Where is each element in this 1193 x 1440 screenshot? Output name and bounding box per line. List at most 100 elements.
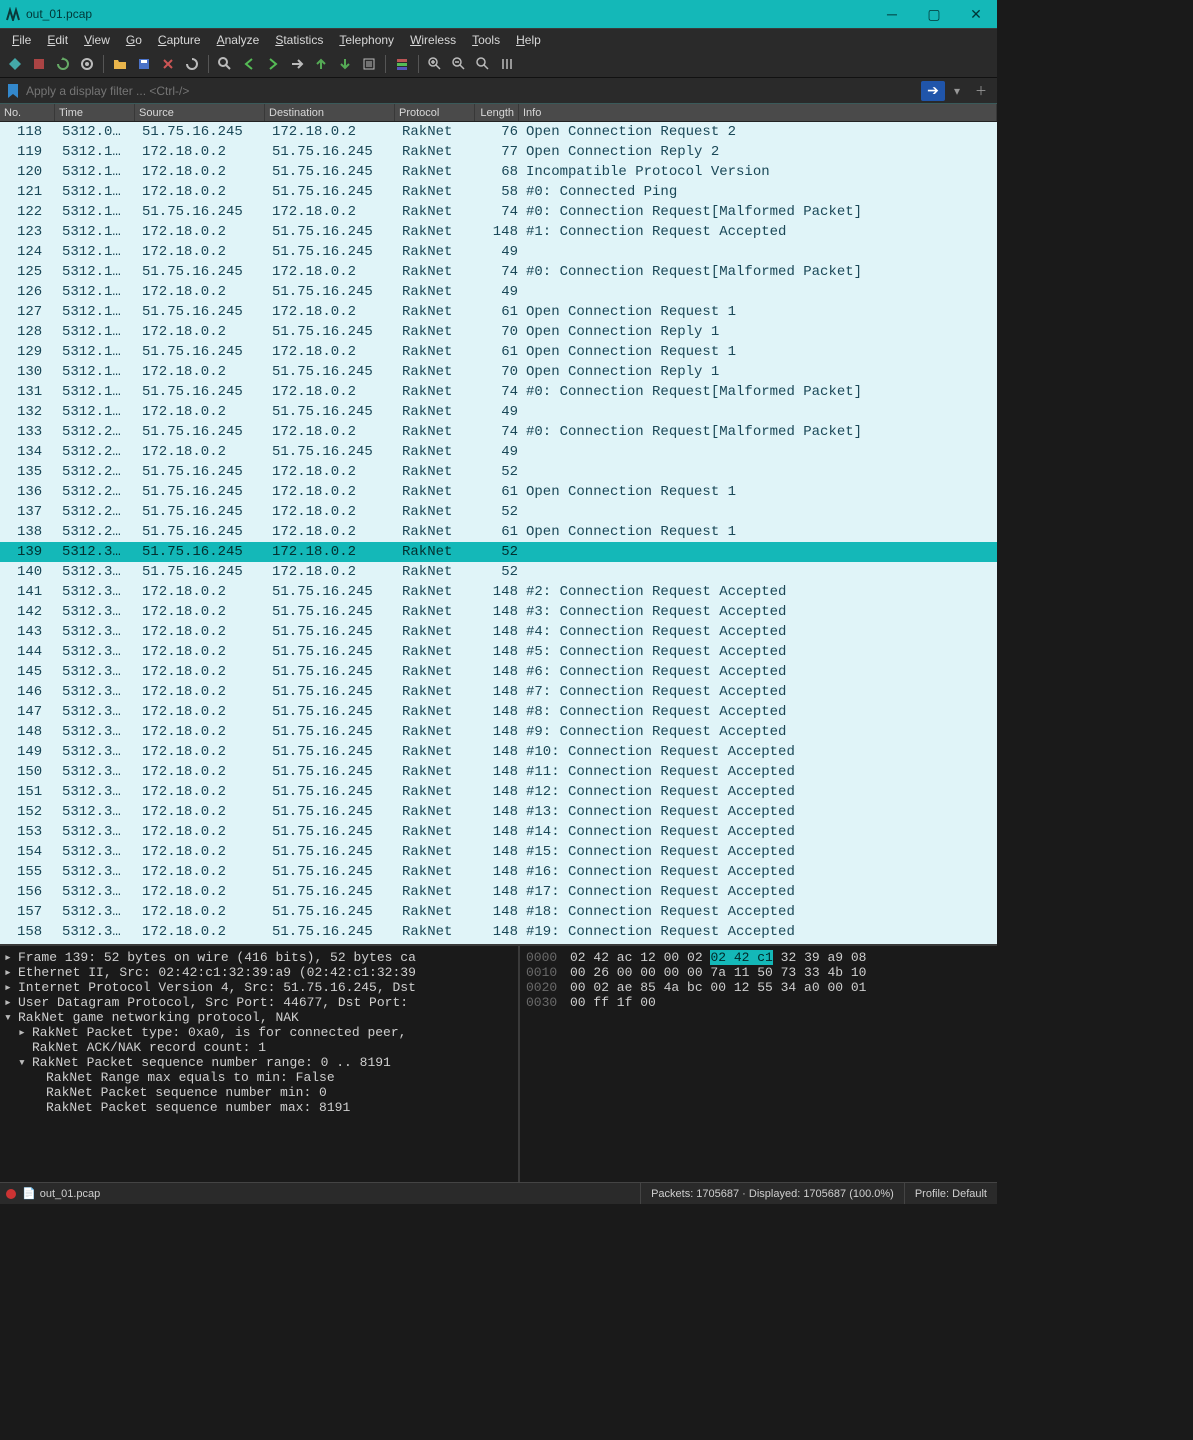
reload-file-icon[interactable] xyxy=(181,53,203,75)
restart-capture-icon[interactable] xyxy=(52,53,74,75)
hex-dump-pane[interactable]: 000002 42 ac 12 00 02 02 42 c1 32 39 a9 … xyxy=(520,946,997,1182)
auto-scroll-icon[interactable] xyxy=(358,53,380,75)
packet-details-pane[interactable]: ▸Frame 139: 52 bytes on wire (416 bits),… xyxy=(0,946,520,1182)
packet-row[interactable]: 1265312.1…172.18.0.251.75.16.245RakNet49 xyxy=(0,282,997,302)
packet-row[interactable]: 1365312.2…51.75.16.245172.18.0.2RakNet61… xyxy=(0,482,997,502)
packet-row[interactable]: 1325312.1…172.18.0.251.75.16.245RakNet49 xyxy=(0,402,997,422)
packet-row[interactable]: 1445312.3…172.18.0.251.75.16.245RakNet14… xyxy=(0,642,997,662)
menu-statistics[interactable]: Statistics xyxy=(267,31,331,49)
packet-row[interactable]: 1415312.3…172.18.0.251.75.16.245RakNet14… xyxy=(0,582,997,602)
packet-row[interactable]: 1545312.3…172.18.0.251.75.16.245RakNet14… xyxy=(0,842,997,862)
detail-ip[interactable]: Internet Protocol Version 4, Src: 51.75.… xyxy=(18,980,416,995)
packet-row[interactable]: 1565312.3…172.18.0.251.75.16.245RakNet14… xyxy=(0,882,997,902)
detail-raknet-count[interactable]: RakNet ACK/NAK record count: 1 xyxy=(32,1040,266,1055)
expand-icon[interactable]: ▸ xyxy=(4,965,18,980)
stop-capture-icon[interactable] xyxy=(28,53,50,75)
zoom-reset-icon[interactable] xyxy=(472,53,494,75)
packet-row[interactable]: 1295312.1…51.75.16.245172.18.0.2RakNet61… xyxy=(0,342,997,362)
packet-row[interactable]: 1235312.1…172.18.0.251.75.16.245RakNet14… xyxy=(0,222,997,242)
bookmark-icon[interactable] xyxy=(4,82,22,100)
col-header-prot[interactable]: Protocol xyxy=(395,104,475,121)
col-header-src[interactable]: Source xyxy=(135,104,265,121)
packet-row[interactable]: 1195312.1…172.18.0.251.75.16.245RakNet77… xyxy=(0,142,997,162)
go-back-icon[interactable] xyxy=(238,53,260,75)
packet-row[interactable]: 1255312.1…51.75.16.245172.18.0.2RakNet74… xyxy=(0,262,997,282)
col-header-info[interactable]: Info xyxy=(519,104,997,121)
packet-row[interactable]: 1355312.2…51.75.16.245172.18.0.2RakNet52 xyxy=(0,462,997,482)
detail-raknet-max[interactable]: RakNet Packet sequence number max: 8191 xyxy=(46,1100,350,1115)
collapse-icon[interactable]: ▾ xyxy=(18,1055,32,1070)
packet-row[interactable]: 1585312.3…172.18.0.251.75.16.245RakNet14… xyxy=(0,922,997,942)
capture-options-icon[interactable] xyxy=(76,53,98,75)
packet-row[interactable]: 1245312.1…172.18.0.251.75.16.245RakNet49 xyxy=(0,242,997,262)
packet-row[interactable]: 1205312.1…172.18.0.251.75.16.245RakNet68… xyxy=(0,162,997,182)
maximize-button[interactable]: ▢ xyxy=(913,0,955,28)
col-header-time[interactable]: Time xyxy=(55,104,135,121)
packet-row[interactable]: 1385312.2…51.75.16.245172.18.0.2RakNet61… xyxy=(0,522,997,542)
packet-rows[interactable]: 1185312.0…51.75.16.245172.18.0.2RakNet76… xyxy=(0,122,997,944)
colorize-icon[interactable] xyxy=(391,53,413,75)
close-file-icon[interactable] xyxy=(157,53,179,75)
menu-help[interactable]: Help xyxy=(508,31,549,49)
packet-row[interactable]: 1275312.1…51.75.16.245172.18.0.2RakNet61… xyxy=(0,302,997,322)
detail-frame[interactable]: Frame 139: 52 bytes on wire (416 bits), … xyxy=(18,950,416,965)
packet-row[interactable]: 1185312.0…51.75.16.245172.18.0.2RakNet76… xyxy=(0,122,997,142)
packet-row[interactable]: 1225312.1…51.75.16.245172.18.0.2RakNet74… xyxy=(0,202,997,222)
go-to-packet-icon[interactable] xyxy=(286,53,308,75)
packet-row[interactable]: 1525312.3…172.18.0.251.75.16.245RakNet14… xyxy=(0,802,997,822)
packet-row[interactable]: 1315312.1…51.75.16.245172.18.0.2RakNet74… xyxy=(0,382,997,402)
collapse-icon[interactable]: ▾ xyxy=(4,1010,18,1025)
packet-row[interactable]: 1495312.3…172.18.0.251.75.16.245RakNet14… xyxy=(0,742,997,762)
find-packet-icon[interactable] xyxy=(214,53,236,75)
go-forward-icon[interactable] xyxy=(262,53,284,75)
menu-capture[interactable]: Capture xyxy=(150,31,209,49)
resize-columns-icon[interactable] xyxy=(496,53,518,75)
detail-raknet-range[interactable]: RakNet Packet sequence number range: 0 .… xyxy=(32,1055,391,1070)
packet-row[interactable]: 1485312.3…172.18.0.251.75.16.245RakNet14… xyxy=(0,722,997,742)
menu-telephony[interactable]: Telephony xyxy=(331,31,402,49)
expand-icon[interactable]: ▸ xyxy=(4,995,18,1010)
packet-row[interactable]: 1475312.3…172.18.0.251.75.16.245RakNet14… xyxy=(0,702,997,722)
menu-edit[interactable]: Edit xyxy=(39,31,76,49)
save-file-icon[interactable] xyxy=(133,53,155,75)
go-last-icon[interactable] xyxy=(334,53,356,75)
packet-row[interactable]: 1425312.3…172.18.0.251.75.16.245RakNet14… xyxy=(0,602,997,622)
go-first-icon[interactable] xyxy=(310,53,332,75)
packet-row[interactable]: 1335312.2…51.75.16.245172.18.0.2RakNet74… xyxy=(0,422,997,442)
packet-row[interactable]: 1375312.2…51.75.16.245172.18.0.2RakNet52 xyxy=(0,502,997,522)
detail-raknet-min[interactable]: RakNet Packet sequence number min: 0 xyxy=(46,1085,327,1100)
apply-filter-button[interactable]: ➔ xyxy=(921,81,945,101)
packet-row[interactable]: 1405312.3…51.75.16.245172.18.0.2RakNet52 xyxy=(0,562,997,582)
packet-row[interactable]: 1435312.3…172.18.0.251.75.16.245RakNet14… xyxy=(0,622,997,642)
display-filter-input[interactable] xyxy=(22,82,921,100)
open-file-icon[interactable] xyxy=(109,53,131,75)
detail-raknet-type[interactable]: RakNet Packet type: 0xa0, is for connect… xyxy=(32,1025,406,1040)
expand-icon[interactable]: ▸ xyxy=(4,950,18,965)
packet-row[interactable]: 1455312.3…172.18.0.251.75.16.245RakNet14… xyxy=(0,662,997,682)
packet-row[interactable]: 1515312.3…172.18.0.251.75.16.245RakNet14… xyxy=(0,782,997,802)
close-button[interactable]: ✕ xyxy=(955,0,997,28)
packet-row[interactable]: 1535312.3…172.18.0.251.75.16.245RakNet14… xyxy=(0,822,997,842)
packet-row[interactable]: 1305312.1…172.18.0.251.75.16.245RakNet70… xyxy=(0,362,997,382)
menu-file[interactable]: File xyxy=(4,31,39,49)
col-header-len[interactable]: Length xyxy=(475,104,519,121)
add-filter-button[interactable]: ＋ xyxy=(969,81,993,101)
hex-line[interactable]: 003000 ff 1f 00 xyxy=(526,995,991,1010)
detail-eth[interactable]: Ethernet II, Src: 02:42:c1:32:39:a9 (02:… xyxy=(18,965,416,980)
packet-row[interactable]: 1215312.1…172.18.0.251.75.16.245RakNet58… xyxy=(0,182,997,202)
zoom-in-icon[interactable] xyxy=(424,53,446,75)
detail-udp[interactable]: User Datagram Protocol, Src Port: 44677,… xyxy=(18,995,408,1010)
packet-row[interactable]: 1345312.2…172.18.0.251.75.16.245RakNet49 xyxy=(0,442,997,462)
zoom-out-icon[interactable] xyxy=(448,53,470,75)
col-header-dst[interactable]: Destination xyxy=(265,104,395,121)
expand-icon[interactable]: ▸ xyxy=(18,1025,32,1040)
filter-dropdown-icon[interactable]: ▾ xyxy=(945,81,969,101)
minimize-button[interactable]: ─ xyxy=(871,0,913,28)
status-profile[interactable]: Profile: Default xyxy=(904,1183,997,1204)
hex-line[interactable]: 001000 26 00 00 00 00 7a 11 50 73 33 4b … xyxy=(526,965,991,980)
start-capture-icon[interactable] xyxy=(4,53,26,75)
packet-row[interactable]: 1575312.3…172.18.0.251.75.16.245RakNet14… xyxy=(0,902,997,922)
packet-row[interactable]: 1505312.3…172.18.0.251.75.16.245RakNet14… xyxy=(0,762,997,782)
expert-info-icon[interactable] xyxy=(6,1189,16,1199)
packet-row[interactable]: 1285312.1…172.18.0.251.75.16.245RakNet70… xyxy=(0,322,997,342)
